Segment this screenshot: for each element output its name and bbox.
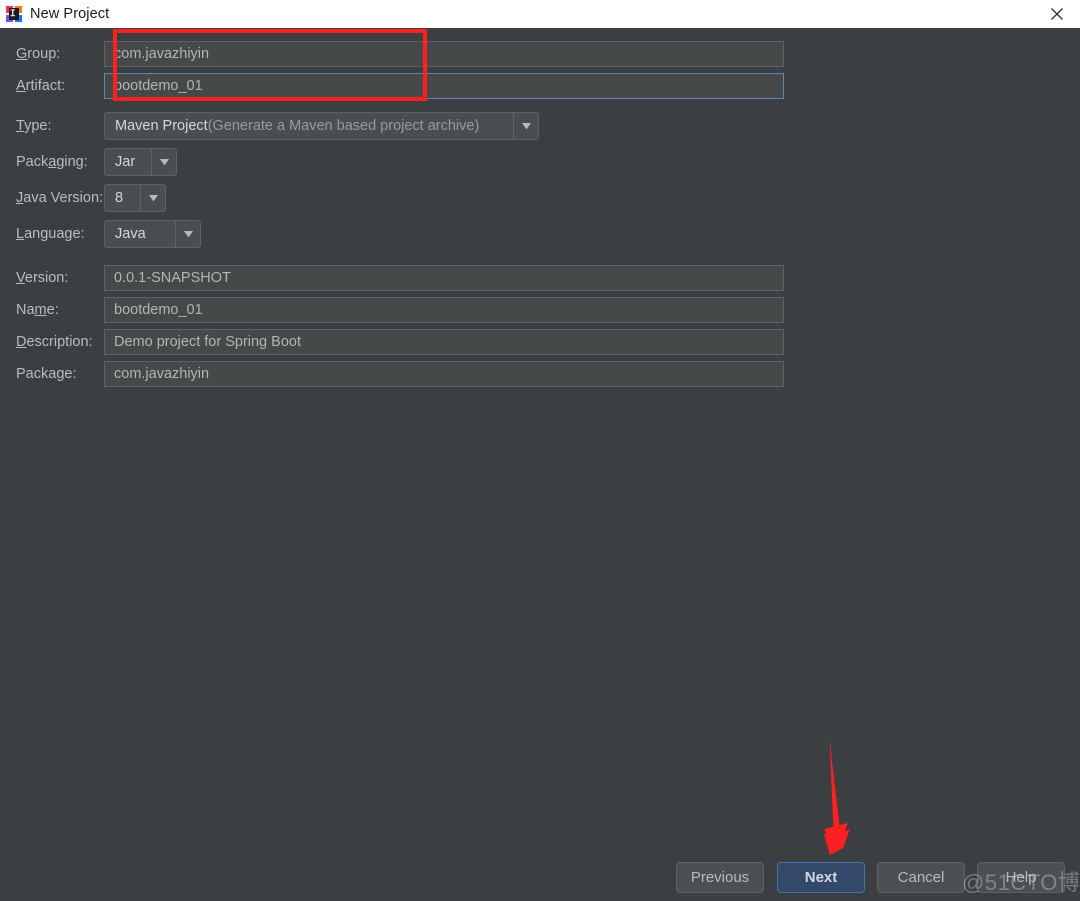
label-type: Type:	[16, 118, 52, 134]
form-row-description: Description: Demo project for Spring Boo…	[0, 329, 1080, 355]
form-row-packaging: Packaging: Jar	[0, 148, 1080, 176]
chevron-down-icon[interactable]	[175, 221, 200, 247]
version-input[interactable]: 0.0.1-SNAPSHOT	[104, 265, 784, 291]
new-project-dialog: New Project Group: com.javazhiyin Artifa…	[0, 0, 1080, 901]
label-group: Group:	[16, 46, 61, 62]
description-input-value: Demo project for Spring Boot	[114, 334, 301, 350]
chevron-down-icon[interactable]	[513, 113, 538, 139]
dialog-button-bar: Previous Next Cancel Help	[0, 862, 1080, 901]
form-row-package: Package: com.javazhiyin	[0, 361, 1080, 387]
form-row-artifact: Artifact: bootdemo_01	[0, 73, 1080, 99]
label-language: Language:	[16, 226, 85, 242]
name-input[interactable]: bootdemo_01	[104, 297, 784, 323]
package-input-value: com.javazhiyin	[114, 366, 210, 382]
type-combobox[interactable]: Maven Project (Generate a Maven based pr…	[104, 112, 539, 140]
form-row-name: Name: bootdemo_01	[0, 297, 1080, 323]
java-version-combobox-value: 8	[115, 190, 124, 206]
language-combobox-value: Java	[115, 226, 146, 242]
label-name: Name:	[16, 302, 59, 318]
chevron-down-icon[interactable]	[151, 149, 176, 175]
label-version: Version:	[16, 270, 69, 286]
version-input-value: 0.0.1-SNAPSHOT	[114, 270, 231, 286]
intellij-idea-icon	[6, 6, 22, 22]
name-input-value: bootdemo_01	[114, 302, 203, 318]
help-button[interactable]: Help	[977, 862, 1065, 893]
form-row-java-version: Java Version: 8	[0, 184, 1080, 212]
dialog-content: Group: com.javazhiyin Artifact: bootdemo…	[0, 28, 1080, 901]
packaging-combobox[interactable]: Jar	[104, 148, 177, 176]
form-row-language: Language: Java	[0, 220, 1080, 248]
language-combobox[interactable]: Java	[104, 220, 201, 248]
artifact-input[interactable]: bootdemo_01	[104, 73, 784, 99]
label-java-version: Java Version:	[16, 190, 104, 206]
label-artifact: Artifact:	[16, 78, 66, 94]
form-row-version: Version: 0.0.1-SNAPSHOT	[0, 265, 1080, 291]
group-input[interactable]: com.javazhiyin	[104, 41, 784, 67]
type-combobox-value: Maven Project (Generate a Maven based pr…	[115, 118, 480, 134]
type-combobox-hint: (Generate a Maven based project archive)	[207, 118, 480, 134]
form-row-group: Group: com.javazhiyin	[0, 41, 1080, 67]
group-input-value: com.javazhiyin	[114, 46, 210, 62]
chevron-down-icon[interactable]	[140, 185, 165, 211]
artifact-input-value: bootdemo_01	[114, 78, 203, 94]
form-row-type: Type: Maven Project (Generate a Maven ba…	[0, 112, 1080, 140]
packaging-combobox-value: Jar	[115, 154, 136, 170]
java-version-combobox[interactable]: 8	[104, 184, 166, 212]
package-input[interactable]: com.javazhiyin	[104, 361, 784, 387]
label-description: Description:	[16, 334, 93, 350]
window-title: New Project	[30, 6, 110, 22]
window-titlebar: New Project	[0, 0, 1080, 29]
cancel-button[interactable]: Cancel	[877, 862, 965, 893]
label-package: Package:	[16, 366, 77, 382]
close-icon[interactable]	[1034, 0, 1080, 28]
previous-button[interactable]: Previous	[676, 862, 764, 893]
description-input[interactable]: Demo project for Spring Boot	[104, 329, 784, 355]
next-button[interactable]: Next	[777, 862, 865, 893]
label-packaging: Packaging:	[16, 154, 88, 170]
